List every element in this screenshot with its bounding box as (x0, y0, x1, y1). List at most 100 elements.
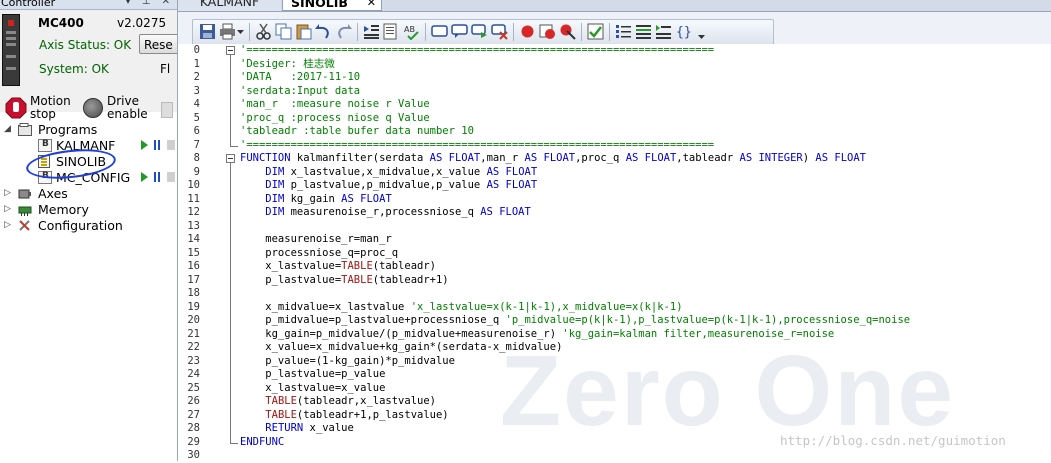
firmware-version: v2.0275 (117, 16, 167, 30)
code-line[interactable]: p_lastvalue=TABLE(tableadr+1) (240, 274, 448, 288)
fold-end-marker (230, 442, 238, 444)
collapse-arrow-icon[interactable]: ◢ (4, 124, 12, 134)
code-line[interactable]: 'DATA :2017-11-10 (240, 71, 360, 85)
code-line[interactable]: x_midvalue=x_lastvalue 'x_lastvalue=x(k-… (240, 301, 682, 315)
code-line[interactable]: 'proc_q :process niose q Value (240, 112, 430, 126)
panel-window-controls[interactable]: ▾ ⊥ ✕ (126, 0, 174, 7)
code-line[interactable]: TABLE(tableadr+1,p_lastvalue) (240, 409, 448, 423)
line-number: 7 (193, 138, 200, 151)
motion-stop-button[interactable]: Motion stop (4, 95, 74, 121)
line-number: 16 (187, 260, 200, 272)
pause-icon[interactable] (154, 172, 160, 182)
tab-sinolib[interactable]: SINOLIB ✕ (282, 0, 382, 11)
run-icon[interactable] (141, 140, 148, 150)
code-line[interactable]: measurenoise_r=man_r (240, 233, 391, 247)
line-number: 13 (187, 219, 200, 232)
expand-arrow-icon[interactable]: ▷ (4, 220, 12, 230)
fold-toggle-icon[interactable] (226, 154, 235, 163)
paste-icon[interactable] (295, 23, 312, 40)
line-number: 17 (187, 273, 200, 286)
code-editor[interactable]: 0 1 2 3 4 5 6 7 8 9 10 11 12 13 14 15 16 17 18 19 20 21 22 23 24… (178, 44, 1051, 461)
close-tab-icon[interactable]: ✕ (367, 0, 376, 10)
panel-title-bar: Controller ▾ ⊥ ✕ (0, 0, 177, 10)
line-number: 24 (187, 368, 200, 380)
line-number: 30 (187, 449, 200, 461)
fold-guide (230, 55, 231, 146)
reset-button[interactable]: Rese (139, 34, 177, 54)
fold-toggle-icon[interactable] (226, 46, 235, 55)
breakpoint-remove-icon[interactable] (559, 23, 576, 40)
list-icon[interactable] (635, 23, 652, 40)
print-icon[interactable] (219, 23, 236, 40)
code-line[interactable]: '=======================================… (240, 44, 714, 58)
tree-label-programs: Programs (38, 122, 98, 137)
code-line[interactable]: x_value=x_midvalue+kg_gain*(serdata-x_mi… (240, 341, 562, 355)
code-line[interactable]: 'Desiger: 桂志微 (240, 58, 335, 72)
tools-icon (19, 220, 30, 231)
system-status: System: OK (39, 62, 109, 76)
code-line[interactable]: 'man_r :measure noise r Value (240, 98, 430, 112)
code-line[interactable]: p_lastvalue=p_value (240, 368, 385, 382)
breakpoint-icon[interactable] (519, 23, 536, 40)
code-line[interactable]: 'tableadr :table bufer data number 10 (240, 125, 474, 139)
tree-node-programs[interactable]: ◢ Programs (4, 122, 174, 138)
indent-icon[interactable] (363, 23, 380, 40)
line-number: 19 (187, 300, 200, 313)
run-icon[interactable] (141, 172, 148, 182)
check-icon[interactable] (587, 23, 604, 40)
code-line[interactable]: DIM p_lastvalue,p_midvalue,p_value AS FL… (240, 179, 537, 193)
code-text-area[interactable]: '=======================================… (240, 44, 1051, 461)
save-icon[interactable] (199, 23, 216, 40)
bubble-icon[interactable] (451, 23, 468, 40)
code-line[interactable]: RETURN x_value (240, 422, 354, 436)
dropdown-icon[interactable] (236, 23, 245, 40)
find-icon[interactable] (383, 23, 400, 40)
code-line[interactable]: '=======================================… (240, 139, 714, 153)
code-line[interactable]: x_lastvalue=x_value (240, 382, 385, 396)
code-line[interactable]: 'serdata:Input data (240, 85, 360, 99)
line-number: 4 (193, 98, 200, 110)
breakpoint-add-icon[interactable] (539, 23, 556, 40)
code-line[interactable]: DIM measurenoise_r,processniose_q AS FLO… (240, 206, 531, 220)
tab-kalmanf[interactable]: KALMANF (178, 0, 281, 11)
stop-icon[interactable] (167, 140, 175, 150)
comment-icon[interactable] (431, 23, 448, 40)
toolbar-strip: AB {} (192, 19, 774, 45)
undo-icon[interactable] (315, 23, 332, 40)
line-number-gutter: 0 1 2 3 4 5 6 7 8 9 10 11 12 13 14 15 16 17 18 19 20 21 22 23 24… (178, 44, 212, 461)
code-line[interactable]: ENDFUNC (240, 436, 284, 450)
tree-node-axes[interactable]: ▷ Axes (4, 186, 174, 202)
stop-hand-icon (5, 97, 27, 119)
motion-stop-label-2: stop (30, 107, 56, 121)
copy-icon[interactable] (275, 23, 292, 40)
pause-icon[interactable] (154, 140, 160, 150)
stop-icon[interactable] (167, 172, 175, 182)
align-icon[interactable] (615, 23, 632, 40)
spellcheck-icon[interactable]: AB (403, 23, 420, 40)
expand-arrow-icon[interactable]: ▷ (4, 188, 12, 198)
line-number: 0 (193, 44, 200, 56)
document-tab-bar: KALMANF SINOLIB ✕ (178, 0, 1051, 12)
cut-icon[interactable] (255, 23, 272, 40)
clear-bookmark-icon[interactable] (491, 23, 508, 40)
code-line[interactable]: x_lastvalue=TABLE(tableadr) (240, 260, 436, 274)
toolbar-overflow-icon[interactable] (697, 23, 706, 40)
redo-icon[interactable] (335, 23, 352, 40)
braces-icon[interactable]: {} (675, 23, 692, 40)
line-number: 27 (187, 408, 200, 421)
goto-icon[interactable] (471, 23, 488, 40)
tree-node-memory[interactable]: ▷ Memory (4, 202, 174, 218)
tree-node-configuration[interactable]: ▷ Configuration (4, 218, 174, 234)
code-line[interactable]: p_midvalue=p_lastvalue+processniose_q 'p… (240, 314, 910, 328)
code-line[interactable]: DIM x_lastvalue,x_midvalue,x_value AS FL… (240, 166, 537, 180)
expand-arrow-icon[interactable]: ▷ (4, 204, 12, 214)
drive-enable-button[interactable]: Drive enable (82, 95, 156, 121)
code-line[interactable]: p_value=(1-kg_gain)*p_midvalue (240, 355, 455, 369)
code-line[interactable]: DIM kg_gain AS FLOAT (240, 193, 391, 207)
outline-icon[interactable] (655, 23, 672, 40)
code-line[interactable]: processniose_q=proc_q (240, 247, 398, 261)
code-line[interactable]: TABLE(tableadr,x_lastvalue) (240, 395, 436, 409)
code-line[interactable]: kg_gain=p_midvalue/(p_midvalue+measureno… (240, 328, 834, 342)
code-line[interactable]: FUNCTION kalmanfilter(serdata AS FLOAT,m… (240, 152, 866, 166)
panel-scroll-stub[interactable] (161, 102, 173, 118)
